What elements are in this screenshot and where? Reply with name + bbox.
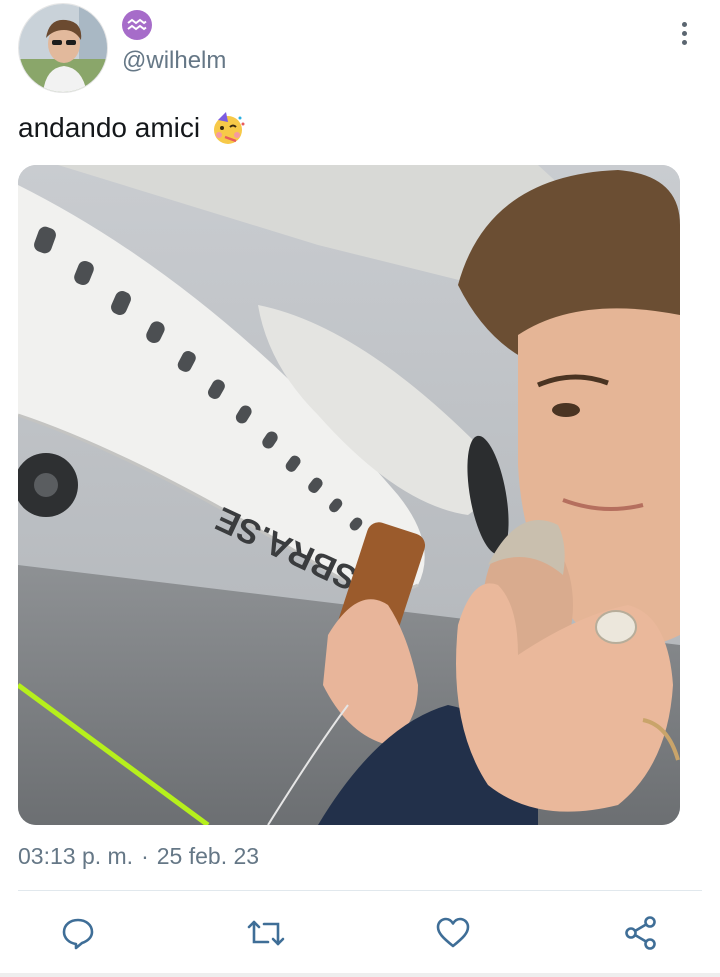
- user-handle[interactable]: @wilhelm: [122, 47, 226, 75]
- more-options-icon[interactable]: [672, 18, 696, 48]
- tweet-text: andando amici: [18, 110, 246, 146]
- timestamp-separator: ·: [141, 843, 149, 869]
- like-icon[interactable]: [431, 908, 475, 958]
- partying-face-icon: [210, 110, 246, 146]
- divider: [18, 890, 702, 891]
- tweet-photo[interactable]: SBRA.SE: [18, 165, 680, 825]
- zodiac-badge-icon: [122, 10, 152, 40]
- reply-icon[interactable]: [56, 908, 100, 958]
- share-icon[interactable]: [619, 908, 663, 958]
- action-bar: [0, 908, 720, 958]
- tweet-timestamp[interactable]: 03:13 p. m. · 25 feb. 23: [18, 843, 259, 870]
- timestamp-date: 25 feb. 23: [156, 843, 260, 869]
- avatar[interactable]: [18, 3, 108, 93]
- bottom-divider: [0, 973, 720, 977]
- tweet-body: andando amici: [18, 112, 201, 143]
- timestamp-time: 03:13 p. m.: [18, 843, 134, 869]
- retweet-icon[interactable]: [244, 908, 288, 958]
